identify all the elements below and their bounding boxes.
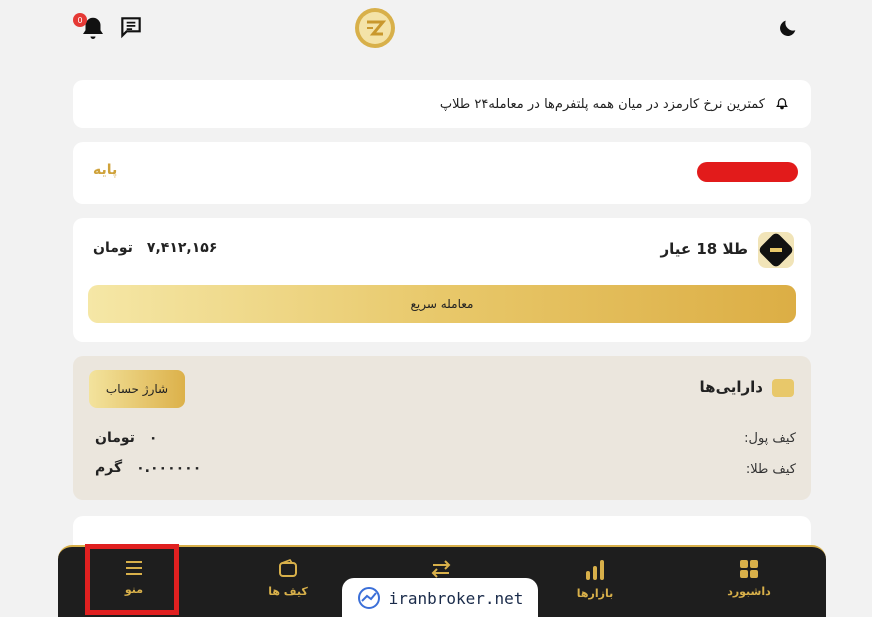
quick-trade-button[interactable]: معامله سریع [88,285,796,323]
wallet-label: کیف پول: [744,431,796,446]
nav-wallets-label: کیف ها [268,585,308,598]
nav-markets[interactable]: بازارها [550,559,640,600]
wallet-value: ۰ [148,430,158,446]
gold-bar-icon [757,231,795,269]
gold-wallet-label: کیف طلا: [745,462,796,477]
theme-toggle-button[interactable] [774,14,802,42]
wallet-unit: تومان [95,430,135,446]
messages-button[interactable] [118,14,146,42]
bell-outline-icon [776,98,788,110]
nav-wallets[interactable]: کیف ها [243,559,333,598]
level-label: پایه [93,162,118,178]
gold-title: طلا 18 عیار [660,240,748,258]
gold-price: ۷,۴۱۲,۱۵۶ تومان [93,240,217,256]
gold-price-value: ۷,۴۱۲,۱۵۶ [146,240,218,256]
swap-icon [431,560,451,578]
bar-chart-icon [586,560,604,580]
assets-card: دارایی‌ها شارژ حساب کیف پول: ۰ تومان کیف… [73,356,811,500]
wallet-icon [772,379,794,397]
watermark-text: iranbroker.net [388,588,524,608]
notification-badge: 0 [73,13,87,27]
gold-wallet-value: ۰.۰۰۰۰۰۰ [136,460,202,476]
notifications-button[interactable]: 0 [73,13,106,44]
level-progress-bar [697,162,798,182]
message-icon [121,17,141,39]
announcement-card: کمترین نرخ کارمزد در میان همه پلتفرم‌ها … [73,80,811,128]
gold-price-currency: تومان [93,240,133,256]
nav-swap[interactable] [396,559,486,579]
user-level-card: پایه [73,142,811,204]
menu-highlight-box [85,544,179,615]
gold-price-card: طلا 18 عیار ۷,۴۱۲,۱۵۶ تومان معامله سریع [73,218,811,342]
moon-icon [780,20,796,36]
announcement-text: کمترین نرخ کارمزد در میان همه پلتفرم‌ها … [439,96,765,112]
gold-wallet-unit: گرم [95,460,123,476]
nav-dashboard-label: داشبورد [727,585,771,598]
wallet-outline-icon [279,559,297,577]
trend-logo-icon [357,587,380,609]
watermark-badge: iranbroker.net [342,578,538,617]
gold-wallet-balance: ۰.۰۰۰۰۰۰ گرم [95,460,201,476]
grid-icon [740,560,758,578]
wallet-balance: ۰ تومان [95,430,157,446]
nav-markets-label: بازارها [576,587,614,600]
nav-dashboard[interactable]: داشبورد [704,559,794,598]
app-logo[interactable] [355,8,395,48]
assets-title: دارایی‌ها [699,378,763,396]
charge-account-button[interactable]: شارژ حساب [89,370,185,408]
logo-mark-icon [367,20,387,36]
